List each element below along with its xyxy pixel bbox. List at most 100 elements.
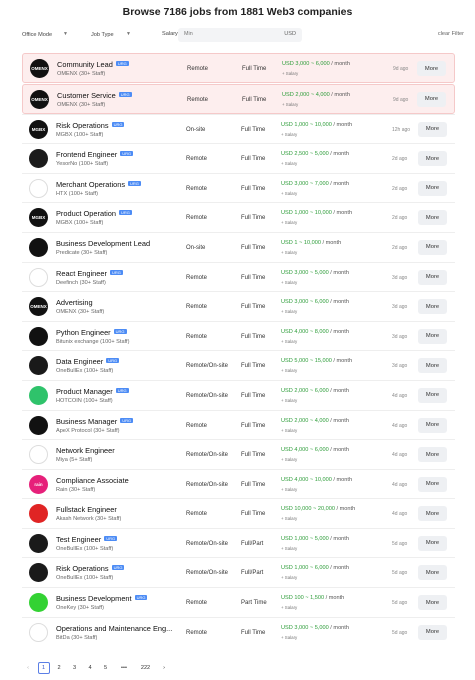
more-button[interactable]: More [418, 476, 447, 492]
job-row[interactable]: Business Development Lead Predicate (30+… [22, 231, 455, 262]
filter-bar: Office Mode ▼ Job Type ▼ Salary USD clea… [18, 28, 464, 42]
company-name: Bitunix exchange (100+ Staff) [56, 338, 130, 345]
posted-age: 5d ago [392, 570, 408, 577]
job-title[interactable]: Data Engineer URG [56, 357, 120, 366]
next-page-button[interactable]: › [158, 662, 170, 674]
job-type: Full Time [241, 392, 266, 399]
salary-period: / month [328, 180, 349, 187]
job-title[interactable]: Merchant Operations URG [56, 180, 141, 189]
urgent-badge: URG [111, 565, 125, 571]
more-button[interactable]: More [418, 180, 447, 196]
more-button[interactable]: More [418, 358, 447, 374]
more-button[interactable]: More [418, 269, 447, 285]
job-type: Full Time [242, 66, 267, 73]
job-title[interactable]: Product Manager URG [56, 387, 129, 396]
job-title[interactable]: Test Engineer URG [56, 535, 118, 544]
job-row[interactable]: React Engineer URG Deefinch (30+ Staff) R… [22, 261, 455, 292]
company-name: MGBX (100+ Staff) [56, 220, 104, 227]
job-row[interactable]: Merchant Operations URG HTX (100+ Staff) … [22, 172, 455, 203]
job-location: Remote/On-site [186, 363, 229, 370]
salary-range: USD 2,000 ~ 4,000 [282, 91, 330, 98]
more-button[interactable]: More [418, 447, 447, 463]
page-222[interactable]: 222 [137, 662, 155, 674]
job-row[interactable]: Test Engineer URG OneBullEx (100+ Staff) … [22, 527, 455, 558]
posted-age: 4d ago [392, 511, 408, 518]
clear-filter-button[interactable]: clear Filter [438, 31, 464, 37]
more-button[interactable]: More [418, 121, 447, 137]
more-button[interactable]: More [418, 387, 447, 403]
job-row[interactable]: Fullstack Engineer Akash Network (30+ St… [22, 498, 455, 528]
salary-period: / month [320, 239, 342, 246]
salary-note: + Salary [281, 486, 298, 492]
job-row[interactable]: Business Manager URG ApeX Protocol (30+ S… [22, 409, 455, 440]
job-location: Remote [186, 333, 208, 340]
job-location: Remote [186, 511, 208, 518]
more-button[interactable]: More [418, 151, 447, 167]
prev-page-button[interactable]: ‹ [22, 662, 34, 674]
more-button[interactable]: More [418, 565, 447, 581]
job-title[interactable]: Product Operation URG [56, 209, 132, 218]
job-row[interactable]: Operations and Maintenance Eng... BitDa … [22, 616, 455, 647]
job-title[interactable]: Compliance Associate [56, 476, 129, 485]
job-title[interactable]: Community Lead URG [57, 60, 129, 69]
salary-range: USD 5,000 ~ 15,000 [281, 358, 332, 365]
job-title-text: Product Operation [56, 209, 116, 219]
job-row[interactable]: Business Development URG OneKey (30+ Staf… [22, 587, 455, 617]
salary-min-input[interactable] [184, 31, 254, 37]
more-button[interactable]: More [418, 328, 447, 344]
job-type-select[interactable]: Job Type ▼ [87, 28, 135, 42]
salary-period: / month [329, 61, 350, 68]
job-title[interactable]: Risk Operations URG [56, 121, 125, 130]
salary-note: + Salary [281, 397, 298, 403]
more-button[interactable]: More [418, 535, 447, 551]
job-row[interactable]: Network Engineer Miya (5+ Staff) Remote/… [22, 439, 455, 469]
salary-period: / month [328, 299, 349, 306]
job-title[interactable]: Fullstack Engineer [56, 505, 117, 514]
job-row[interactable]: Data Engineer URG OneBullEx (100+ Staff) … [22, 350, 455, 380]
more-button[interactable]: More [417, 91, 446, 107]
office-mode-select[interactable]: Office Mode ▼ [18, 28, 72, 42]
job-row[interactable]: Frontend Engineer URG YesorNo (100+ Staff… [22, 143, 455, 173]
page-ellipsis[interactable]: ••• [115, 662, 133, 674]
job-title[interactable]: React Engineer URG [56, 269, 123, 278]
job-type: Full Time [241, 185, 266, 192]
job-row[interactable]: Product Manager URG HOTCOIN (100+ Staff) … [22, 379, 455, 410]
more-button[interactable]: More [418, 506, 447, 522]
job-row[interactable]: OMENX Advertising OMENX (30+ Staff) Remo… [22, 291, 455, 321]
job-row[interactable]: OMENX Community Lead URG OMENX (30+ Staff… [22, 53, 455, 83]
job-title-text: Python Engineer [56, 327, 111, 337]
job-row[interactable]: MGBX Risk Operations URG MGBX (100+ Staff… [22, 113, 455, 144]
page-4[interactable]: 4 [84, 662, 96, 674]
more-button[interactable]: More [418, 299, 447, 315]
job-title[interactable]: Advertising [56, 298, 93, 307]
more-button[interactable]: More [418, 595, 447, 611]
job-title[interactable]: Python Engineer URG [56, 328, 127, 337]
job-title[interactable]: Operations and Maintenance Eng... [56, 624, 172, 633]
page-5[interactable]: 5 [100, 662, 112, 674]
salary-note: + Salary [281, 368, 298, 374]
page-1[interactable]: 1 [37, 662, 50, 674]
posted-age: 12h ago [392, 126, 411, 133]
job-row[interactable]: OMENX Customer Service URG OMENX (30+ Sta… [22, 83, 455, 114]
job-title-text: Community Lead [57, 60, 113, 70]
job-title[interactable]: Frontend Engineer URG [56, 150, 134, 159]
job-title[interactable]: Customer Service URG [57, 91, 132, 100]
job-row[interactable]: rain Compliance Associate Rain (30+ Staf… [22, 468, 455, 499]
job-title[interactable]: Risk Operations URG [56, 564, 125, 573]
job-title[interactable]: Business Manager URG [56, 417, 134, 426]
more-button[interactable]: More [417, 61, 446, 77]
job-title[interactable]: Business Development URG [56, 594, 148, 603]
job-type: Full Time [241, 333, 266, 340]
page-3[interactable]: 3 [69, 662, 81, 674]
more-button[interactable]: More [418, 624, 447, 640]
page-2[interactable]: 2 [53, 662, 65, 674]
job-row[interactable]: Python Engineer URG Bitunix exchange (100… [22, 320, 455, 351]
job-title[interactable]: Network Engineer [56, 446, 115, 455]
more-button[interactable]: More [418, 210, 447, 226]
more-button[interactable]: More [418, 417, 447, 433]
more-button[interactable]: More [418, 239, 447, 255]
job-row[interactable]: MGBX Product Operation URG MGBX (100+ Sta… [22, 202, 455, 232]
job-row[interactable]: Risk Operations URG OneBullEx (100+ Staff… [22, 557, 455, 587]
job-title[interactable]: Business Development Lead [56, 239, 150, 248]
company-name: ApeX Protocol (30+ Staff) [56, 427, 120, 434]
